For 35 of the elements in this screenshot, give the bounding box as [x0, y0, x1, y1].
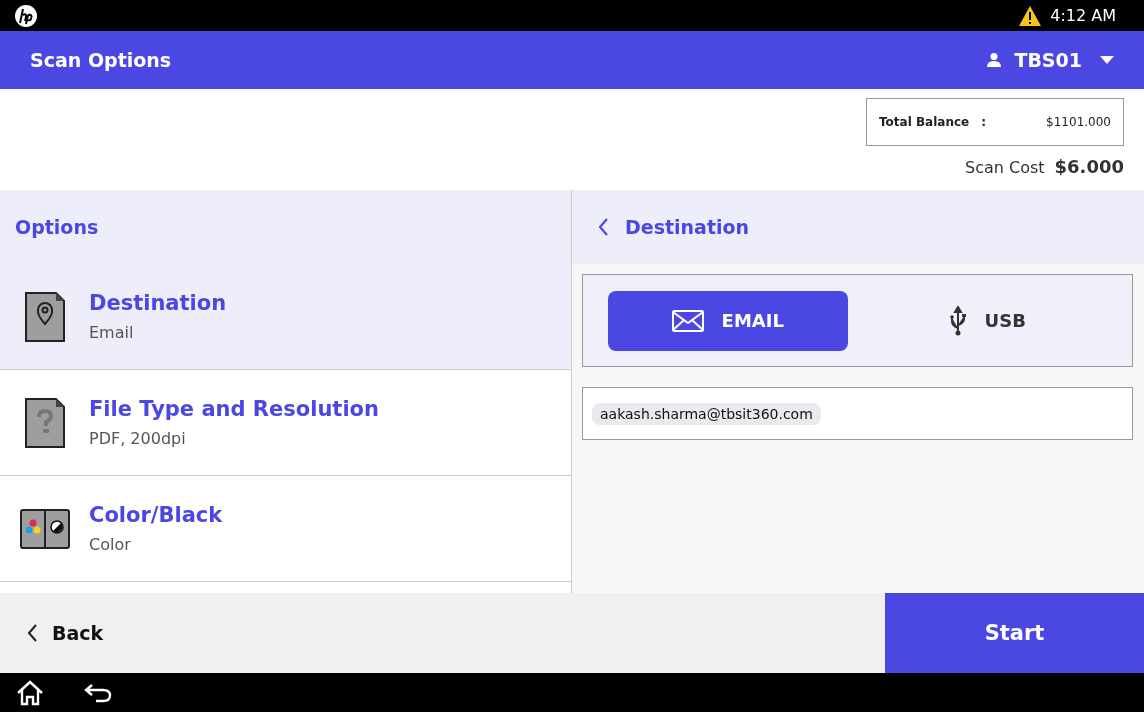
option-value: Email — [89, 323, 135, 342]
usb-icon — [948, 305, 967, 336]
back-arrow-icon[interactable] — [84, 682, 112, 703]
option-title: Destination — [89, 291, 227, 315]
caret-icon — [1100, 56, 1114, 64]
home-icon[interactable] — [16, 679, 44, 706]
balance-label: Total Balance — [879, 115, 970, 129]
option-title: File Type and Resolution — [89, 397, 379, 421]
option-title: Color/Black — [89, 503, 223, 527]
recipient-field[interactable]: aakash.sharma@tbsit360.com — [582, 387, 1133, 440]
page-title: Scan Options — [30, 49, 172, 71]
color-mode-icon — [19, 508, 70, 549]
location-document-icon — [23, 290, 66, 343]
logo-icon — [14, 3, 38, 28]
start-button[interactable]: Start — [885, 593, 1144, 673]
destination-option[interactable]: EMAIL — [608, 290, 848, 351]
user-menu[interactable]: TBS01 — [986, 49, 1114, 71]
back-button[interactable]: Back — [0, 593, 885, 673]
scan-cost-value: $6.000 — [1054, 156, 1124, 177]
user-icon — [986, 52, 1003, 68]
scan-cost-label: Scan Cost — [964, 158, 1045, 177]
option-value: PDF, 200dpi — [89, 429, 187, 448]
question-document-icon — [23, 396, 66, 449]
email-chip[interactable]: aakash.sharma@tbsit360.com — [592, 402, 821, 425]
chevron-left-icon — [28, 624, 38, 642]
option-value: Color — [89, 535, 132, 554]
balance-separator: : — [981, 115, 987, 129]
option-item[interactable]: Destination Email — [0, 264, 571, 370]
balance-value: $1101.000 — [1046, 115, 1111, 129]
back-chevron-icon[interactable] — [599, 218, 609, 236]
destination-option[interactable]: USB — [867, 290, 1107, 351]
panel-title: Options — [15, 216, 99, 238]
panel-title: Destination — [625, 216, 750, 238]
envelope-icon — [671, 309, 704, 332]
clock: 4:12 AM — [1050, 6, 1116, 25]
